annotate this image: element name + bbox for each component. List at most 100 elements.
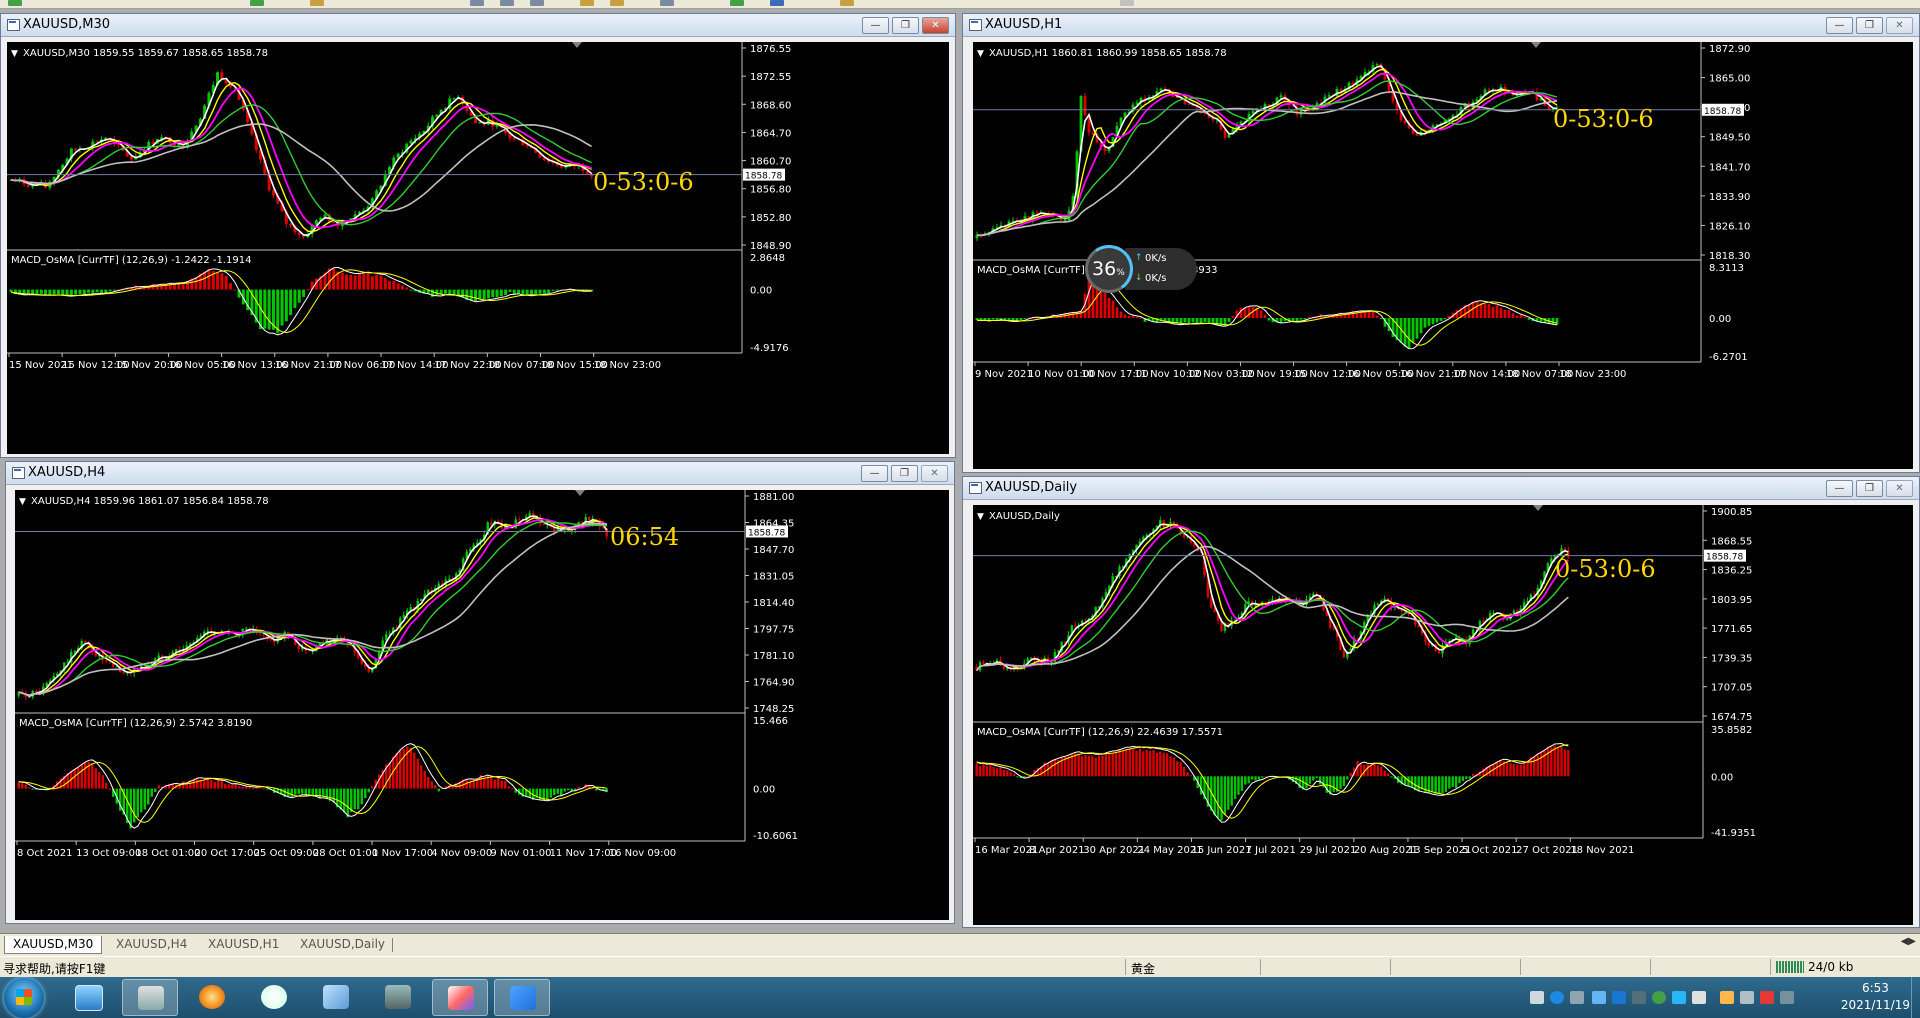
desktop-icon[interactable] [60,979,116,1016]
chart-window-m30[interactable]: XAUUSD,M30 — ❐ ✕ ▼ XAUUSD,M30 1859.55 185… [0,13,956,458]
macd-histogram-bar [420,765,423,789]
keyboard-icon[interactable] [1530,991,1544,1004]
help-icon[interactable] [1550,991,1564,1004]
chart-plot-area[interactable]: ▼ XAUUSD,H4 1859.96 1861.07 1856.84 1858.… [15,490,949,920]
price-chart[interactable]: ▼ XAUUSD,M30 1859.55 1859.67 1858.65 1858… [7,42,949,454]
close-button[interactable]: ✕ [1886,480,1913,497]
tab-xauusd-m30[interactable]: XAUUSD,M30 [4,936,103,954]
cloud-tray-icon[interactable] [1672,991,1686,1004]
macd-histogram-bar [383,277,387,290]
taskbar-clock[interactable]: 6:53 2021/11/19 [1841,980,1910,1014]
close-button[interactable]: ✕ [1886,17,1913,34]
new-order-icon[interactable] [250,0,264,6]
macd-histogram-bar [995,768,999,777]
window-titlebar[interactable]: XAUUSD,Daily — ❐ ✕ [963,477,1919,500]
window-titlebar[interactable]: XAUUSD,M30 — ❐ ✕ [1,14,955,37]
price-box-label: 1858.78 [745,172,782,182]
macd-histogram-bar [1186,772,1189,777]
network-tray-icon[interactable] [1740,991,1754,1004]
line-tool-icon[interactable] [660,0,674,6]
status-profile: 黄金 [1131,962,1156,976]
candle-body [84,641,87,643]
candle-body [542,523,545,525]
restore-button[interactable]: ❐ [891,465,918,482]
period-icon[interactable] [770,0,784,6]
toolbar-end-icon[interactable] [1120,0,1134,6]
close-button[interactable]: ✕ [922,17,949,34]
price-tick-label: 1868.55 [1711,536,1752,547]
price-chart[interactable]: ▼ XAUUSD,Daily 0-53:0-6 1900.85 1868.55 1836.… [973,505,1913,925]
tab-xauusd-h1[interactable]: XAUUSD,H1 [200,936,287,953]
macd-histogram-bar [995,318,999,320]
add-indicator-icon[interactable] [730,0,744,6]
macd-histogram-bar [1495,305,1499,319]
restore-button[interactable]: ❐ [892,17,919,34]
crosshair-icon[interactable] [610,0,624,6]
macd-histogram-bar [495,289,499,298]
chart-plot-area[interactable]: ▼ XAUUSD,M30 1859.55 1859.67 1858.65 1858… [7,42,949,454]
tab-scroll-arrows[interactable]: ◀▶ [1901,936,1916,947]
restore-button[interactable]: ❐ [1856,17,1883,34]
chart-window-daily[interactable]: XAUUSD,Daily — ❐ ✕ ▼ XAUUSD,Daily 0-53:0-6… [962,476,1920,928]
macd-histogram-bar [388,281,392,290]
notepad-app-icon[interactable] [308,979,364,1016]
candle-body [1375,64,1379,66]
speed-percent: 36% [1092,258,1125,280]
minimize-button[interactable]: — [1826,17,1853,34]
macd-histogram-bar [339,788,342,810]
security-tray-icon[interactable] [1632,991,1646,1004]
zoom-out-icon[interactable] [500,0,514,6]
macd-histogram-bar [443,289,447,294]
qq-tray-icon[interactable] [1692,991,1706,1004]
candle-body [1227,134,1231,138]
cursor-icon[interactable] [580,0,594,6]
notes-tray-icon[interactable] [1612,991,1626,1004]
shield-tray-icon[interactable] [1592,991,1606,1004]
macd-histogram-bar [1152,750,1155,777]
macd-histogram-bar [1441,776,1444,793]
minimize-button[interactable]: — [861,465,888,482]
tab-xauusd-h4[interactable]: XAUUSD,H4 [108,936,195,953]
chart-plot-area[interactable]: ▼ XAUUSD,Daily 0-53:0-6 1900.85 1868.55 1836.… [973,505,1913,925]
browser-app-icon[interactable] [184,979,240,1016]
close-button[interactable]: ✕ [921,465,948,482]
profiles-icon[interactable] [310,0,324,6]
minimize-button[interactable]: — [1826,480,1853,497]
network-app-icon[interactable] [370,979,426,1016]
wechat-app-icon[interactable] [246,979,302,1016]
zoom-in-icon[interactable] [470,0,484,6]
paint-app-icon[interactable] [432,979,488,1016]
restore-button[interactable]: ❐ [1856,480,1883,497]
candle-body [151,141,155,144]
template-icon[interactable] [840,0,854,6]
tab-xauusd-daily[interactable]: XAUUSD,Daily [292,936,393,953]
feishu-app-icon[interactable] [494,979,550,1016]
download-arrow-icon: ↓ [1135,273,1143,283]
new-chart-icon[interactable] [8,0,22,6]
start-button[interactable] [4,978,44,1018]
terminal-app-icon[interactable] [122,979,178,1016]
antivirus-tray-icon[interactable] [1760,991,1774,1004]
price-chart[interactable]: ▼ XAUUSD,H4 1859.96 1861.07 1856.84 1858.… [15,490,949,920]
wechat-tray-icon[interactable] [1652,991,1666,1004]
macd-histogram-bar [395,753,398,789]
window-title: XAUUSD,H1 [985,17,1063,32]
flag-tray-icon[interactable] [1780,991,1794,1004]
macd-histogram-bar [1415,318,1419,339]
macd-histogram-bar [1339,776,1342,789]
macd-tick-label: 0.00 [750,286,772,297]
chart-window-h1[interactable]: XAUUSD,H1 — ❐ ✕ ▼ XAUUSD,H1 1860.81 1860.… [962,13,1920,473]
network-speed-widget[interactable]: 36% ↑ 0K/s ↓ 0K/s [1085,245,1200,293]
chart-window-h4[interactable]: XAUUSD,H4 — ❐ ✕ ▼ XAUUSD,H4 1859.96 1861.… [5,461,955,924]
minimize-button[interactable]: — [862,17,889,34]
tile-icon[interactable] [530,0,544,6]
macd-histogram-bar [538,289,542,294]
window-titlebar[interactable]: XAUUSD,H1 — ❐ ✕ [963,14,1919,37]
window-titlebar[interactable]: XAUUSD,H4 — ❐ ✕ [6,462,954,485]
printer-icon[interactable] [1570,991,1584,1004]
time-tick-label: 8 Apr 2021 [1029,845,1084,856]
macd-histogram-bar [1444,776,1448,792]
show-desktop-button[interactable] [1911,977,1920,1018]
volume-icon[interactable] [1720,991,1734,1004]
macd-histogram-bar [1263,314,1267,319]
